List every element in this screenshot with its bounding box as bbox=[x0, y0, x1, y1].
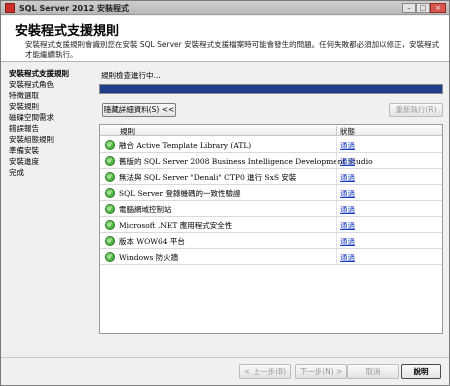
nav-item-disk-space: 磁碟空間需求 bbox=[9, 113, 54, 122]
help-button[interactable]: 說明 bbox=[401, 364, 441, 379]
rule-name: 舊版的 SQL Server 2008 Business Intelligenc… bbox=[119, 157, 373, 166]
rerun-button[interactable]: 重新執行(R) bbox=[389, 103, 443, 117]
nav-item-setup-role: 安裝程式角色 bbox=[9, 80, 54, 89]
rule-name: 融合 Active Template Library (ATL) bbox=[119, 141, 252, 150]
page-description: 安裝程式支援規則會識別您在安裝 SQL Server 安裝程式支援檔案時可能會發… bbox=[25, 40, 440, 59]
rule-status-link[interactable]: 通過 bbox=[340, 220, 355, 231]
rule-status-link[interactable]: 通過 bbox=[340, 204, 355, 215]
table-row[interactable]: ✓ Windows 防火牆 通過 bbox=[100, 249, 442, 265]
rule-status-link[interactable]: 通過 bbox=[340, 236, 355, 247]
check-circle-icon: ✓ bbox=[105, 236, 115, 246]
wizard-footer: < 上一步(B) 下一步(N) > 取消 說明 bbox=[1, 357, 449, 385]
nav-item-install-progress: 安裝進度 bbox=[9, 157, 39, 166]
check-circle-icon: ✓ bbox=[105, 204, 115, 214]
cell-divider bbox=[336, 233, 337, 248]
cancel-button[interactable]: 取消 bbox=[347, 364, 399, 379]
wizard-steps-nav: 安裝程式支援規則 安裝程式角色 特徵選取 安裝規則 磁碟空間需求 錯誤報告 安裝… bbox=[1, 67, 93, 357]
status-text: 規則檢查進行中... bbox=[101, 71, 161, 80]
table-row[interactable]: ✓ Microsoft .NET 應用程式安全性 通過 bbox=[100, 217, 442, 233]
cell-divider bbox=[336, 201, 337, 216]
nav-item-ready-to-install: 準備安裝 bbox=[9, 146, 39, 155]
next-button[interactable]: 下一步(N) > bbox=[295, 364, 347, 379]
table-row[interactable]: ✓ 版本 WOW64 平台 通過 bbox=[100, 233, 442, 249]
cell-divider bbox=[336, 217, 337, 232]
close-button[interactable]: × bbox=[430, 3, 446, 13]
check-circle-icon: ✓ bbox=[105, 156, 115, 166]
maximize-button[interactable]: □ bbox=[416, 3, 430, 13]
rule-name: 無法與 SQL Server "Denali" CTP0 進行 SxS 安裝 bbox=[119, 173, 297, 182]
table-header: 規則 狀態 bbox=[100, 125, 442, 136]
check-circle-icon: ✓ bbox=[105, 252, 115, 262]
check-circle-icon: ✓ bbox=[105, 140, 115, 150]
rule-name: Windows 防火牆 bbox=[119, 253, 179, 262]
minimize-button[interactable]: – bbox=[402, 3, 416, 13]
cell-divider bbox=[336, 169, 337, 184]
column-divider bbox=[336, 126, 337, 135]
table-row[interactable]: ✓ 融合 Active Template Library (ATL) 通過 bbox=[100, 137, 442, 153]
rule-status-link[interactable]: 通過 bbox=[340, 252, 355, 263]
setup-window: SQL Server 2012 安裝程式 – □ × 安裝程式支援規則 安裝程式… bbox=[0, 0, 450, 386]
cell-divider bbox=[336, 185, 337, 200]
table-row[interactable]: ✓ 無法與 SQL Server "Denali" CTP0 進行 SxS 安裝… bbox=[100, 169, 442, 185]
rule-name: Microsoft .NET 應用程式安全性 bbox=[119, 221, 233, 230]
title-bar: SQL Server 2012 安裝程式 – □ × bbox=[1, 1, 449, 15]
table-row[interactable]: ✓ 電腦網域控制站 通過 bbox=[100, 201, 442, 217]
progress-fill bbox=[100, 85, 442, 93]
check-circle-icon: ✓ bbox=[105, 188, 115, 198]
rule-name: 版本 WOW64 平台 bbox=[119, 237, 185, 246]
nav-item-feature-selection: 特徵選取 bbox=[9, 91, 39, 100]
nav-item-config-rules: 安裝組態規則 bbox=[9, 135, 54, 144]
cell-divider bbox=[336, 137, 337, 152]
back-button[interactable]: < 上一步(B) bbox=[239, 364, 291, 379]
rule-status-link[interactable]: 通過 bbox=[340, 156, 355, 167]
hide-details-button[interactable]: 隱藏詳細資料(S) << bbox=[102, 103, 176, 117]
nav-item-complete: 完成 bbox=[9, 168, 24, 177]
window-title: SQL Server 2012 安裝程式 bbox=[19, 4, 129, 13]
column-header-status[interactable]: 狀態 bbox=[340, 126, 355, 137]
rule-name: 電腦網域控制站 bbox=[119, 205, 172, 214]
nav-item-installation-rules: 安裝規則 bbox=[9, 102, 39, 111]
column-header-rule[interactable]: 規則 bbox=[120, 126, 135, 137]
table-row[interactable]: ✓ 舊版的 SQL Server 2008 Business Intellige… bbox=[100, 153, 442, 169]
rule-status-link[interactable]: 通過 bbox=[340, 172, 355, 183]
nav-item-error-reporting: 錯誤報告 bbox=[9, 124, 39, 133]
check-circle-icon: ✓ bbox=[105, 172, 115, 182]
check-circle-icon: ✓ bbox=[105, 220, 115, 230]
cell-divider bbox=[336, 249, 337, 264]
nav-item-setup-support-rules[interactable]: 安裝程式支援規則 bbox=[9, 69, 69, 79]
table-row[interactable]: ✓ SQL Server 登錄機碼的一致性驗證 通過 bbox=[100, 185, 442, 201]
rules-table: 規則 狀態 ✓ 融合 Active Template Library (ATL)… bbox=[99, 124, 443, 334]
rule-status-link[interactable]: 通過 bbox=[340, 140, 355, 151]
rule-name: SQL Server 登錄機碼的一致性驗證 bbox=[119, 189, 241, 198]
sql-server-app-icon bbox=[5, 3, 15, 13]
page-title: 安裝程式支援規則 bbox=[15, 24, 120, 39]
page-header: 安裝程式支援規則 安裝程式支援規則會識別您在安裝 SQL Server 安裝程式… bbox=[1, 16, 449, 62]
cell-divider bbox=[336, 153, 337, 168]
rule-status-link[interactable]: 通過 bbox=[340, 188, 355, 199]
progress-bar bbox=[99, 84, 443, 94]
